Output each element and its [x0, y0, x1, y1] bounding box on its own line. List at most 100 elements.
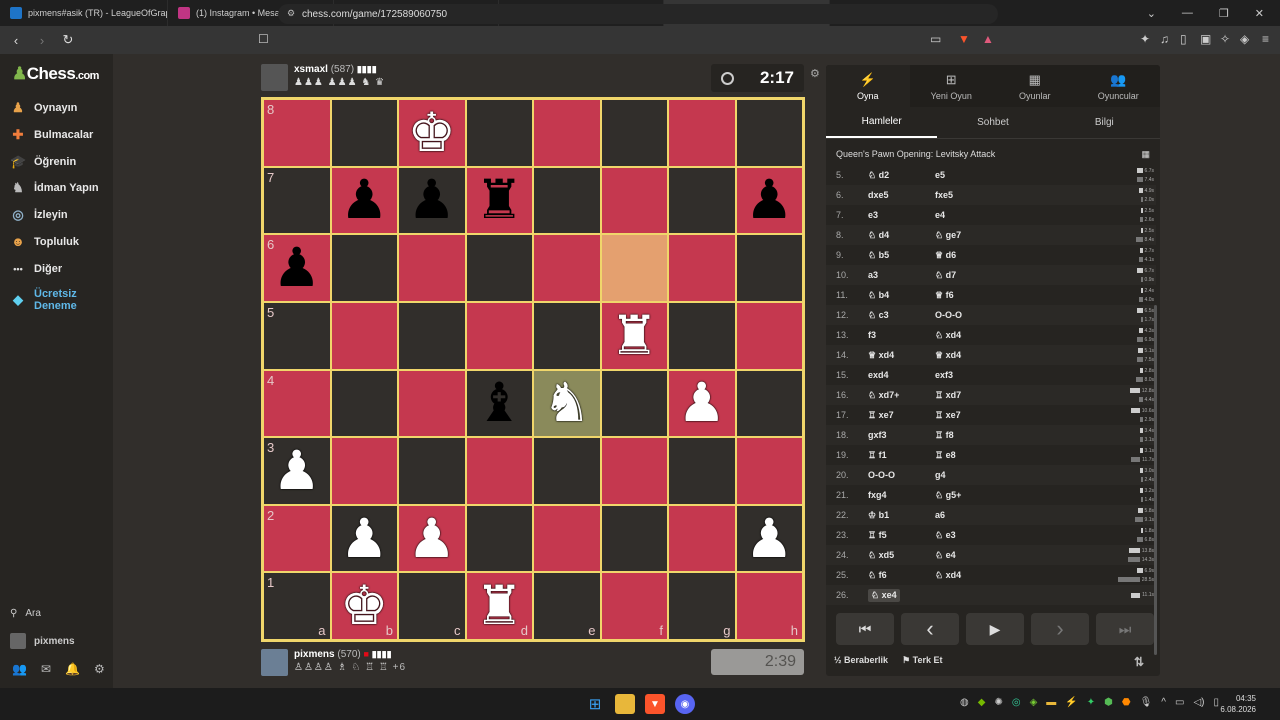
- tray-network-icon[interactable]: ▭: [1175, 697, 1184, 708]
- tray-mic-icon[interactable]: 🎙: [1140, 697, 1153, 708]
- white-move[interactable]: f3: [868, 330, 935, 340]
- white-move[interactable]: ♘ c3: [868, 310, 935, 321]
- restore-icon[interactable]: ❐: [1219, 7, 1229, 20]
- top-player-name[interactable]: xsmaxl: [294, 64, 328, 75]
- square-f4[interactable]: [600, 369, 668, 438]
- windows-start-icon[interactable]: ⊞: [585, 694, 605, 714]
- square-g8[interactable]: [668, 99, 736, 167]
- white-move[interactable]: a3: [868, 270, 935, 280]
- piece-f5[interactable]: ♜: [610, 309, 658, 363]
- square-e7[interactable]: [533, 166, 601, 235]
- square-a2[interactable]: 2: [263, 504, 331, 573]
- square-e4[interactable]: ♞: [533, 369, 601, 438]
- bookmark-icon[interactable]: ☐: [258, 32, 269, 46]
- square-h1[interactable]: h: [735, 572, 803, 640]
- square-d1[interactable]: d ♜: [465, 572, 533, 640]
- piece-b1[interactable]: ♚: [340, 579, 388, 633]
- white-move[interactable]: ♘ b5: [868, 250, 935, 261]
- black-move[interactable]: ♖ xe7: [935, 410, 1002, 421]
- white-move[interactable]: ♔ b1: [868, 510, 935, 521]
- reload-icon[interactable]: ↻: [58, 32, 78, 48]
- bottom-player-avatar[interactable]: [261, 649, 288, 676]
- move-list-scrollbar[interactable]: [1154, 305, 1157, 655]
- square-f2[interactable]: [600, 504, 668, 573]
- media-icon[interactable]: ♫: [1160, 32, 1169, 46]
- sidebar-item-4[interactable]: ♞ İdman Yapın: [10, 180, 98, 196]
- piece-h7[interactable]: ♟: [745, 173, 793, 227]
- square-b2[interactable]: ♟: [330, 504, 398, 573]
- square-f5[interactable]: ♜: [600, 301, 668, 370]
- square-b7[interactable]: ♟: [330, 166, 398, 235]
- black-move[interactable]: ♘ xd4: [935, 330, 1002, 341]
- draw-button[interactable]: ½ Beraberlik: [834, 655, 888, 666]
- square-a3[interactable]: 3 ♟: [263, 437, 331, 505]
- square-f1[interactable]: f: [600, 572, 668, 640]
- square-e5[interactable]: [533, 301, 601, 370]
- square-d2[interactable]: [465, 504, 533, 573]
- panel-tab-2[interactable]: ⊞ Yeni Oyun: [910, 65, 994, 107]
- sidebar-item-5[interactable]: ◎ İzleyin: [10, 207, 67, 223]
- square-f8[interactable]: [600, 99, 668, 167]
- black-move[interactable]: ♘ e4: [935, 550, 1002, 561]
- square-e2[interactable]: [533, 504, 601, 573]
- forward-icon[interactable]: ›: [32, 33, 52, 48]
- bottom-player-name[interactable]: pixmens: [294, 649, 335, 660]
- white-move[interactable]: ♘ xd5: [868, 550, 935, 561]
- black-move[interactable]: ♖ e8: [935, 450, 1002, 461]
- menu-icon[interactable]: ≡: [1262, 32, 1269, 46]
- square-h8[interactable]: [735, 99, 803, 167]
- square-g2[interactable]: [668, 504, 736, 573]
- black-move[interactable]: ♘ e3: [935, 530, 1002, 541]
- white-move[interactable]: ♕ xd4: [868, 350, 935, 361]
- flip-board-icon[interactable]: ⇅: [1134, 655, 1144, 669]
- black-move[interactable]: e5: [935, 170, 1002, 180]
- brave-shield-icon[interactable]: ▼: [958, 32, 970, 46]
- wallet-icon[interactable]: ▣: [1200, 32, 1211, 46]
- square-f7[interactable]: [600, 166, 668, 235]
- url-field[interactable]: ⚙ chess.com/game/172589060750: [278, 4, 998, 24]
- black-move[interactable]: ♘ ge7: [935, 230, 1002, 241]
- next-move-button[interactable]: ›: [1031, 613, 1089, 645]
- piece-h2[interactable]: ♟: [745, 512, 793, 566]
- square-c6[interactable]: [398, 234, 466, 302]
- sidebar-toggle-icon[interactable]: ▯: [1180, 32, 1187, 46]
- square-h7[interactable]: ♟: [735, 166, 803, 235]
- piece-a3[interactable]: ♟: [273, 444, 321, 498]
- square-c2[interactable]: ♟: [398, 504, 466, 573]
- piece-c2[interactable]: ♟: [408, 512, 456, 566]
- square-f6[interactable]: [600, 234, 668, 302]
- black-move[interactable]: ♖ xd7: [935, 390, 1002, 401]
- sidebar-item-3[interactable]: 🎓 Öğrenin: [10, 154, 76, 170]
- white-move[interactable]: fxg4: [868, 490, 935, 500]
- square-g3[interactable]: [668, 437, 736, 505]
- white-move[interactable]: gxf3: [868, 430, 935, 440]
- square-c4[interactable]: [398, 369, 466, 438]
- chess-board[interactable]: 8 ♚ 7 ♟ ♟ ♜ ♟ 6 ♟ 5 ♜ 4 ♝ ♞ ♟ 3 ♟ 2 ♟ ♟ ♟ 1 a b ♚ c d ♜ e f g h: [261, 97, 805, 642]
- friends-icon[interactable]: 👥: [12, 662, 27, 676]
- tray-riot-icon[interactable]: ⚡: [1065, 697, 1077, 708]
- piece-c7[interactable]: ♟: [408, 173, 456, 227]
- square-b5[interactable]: [330, 301, 398, 370]
- square-h2[interactable]: ♟: [735, 504, 803, 573]
- sidebar-item-8[interactable]: ◆ Ücretsiz Deneme: [10, 288, 94, 312]
- square-d6[interactable]: [465, 234, 533, 302]
- first-move-button[interactable]: ⏮: [836, 613, 894, 645]
- square-e1[interactable]: e: [533, 572, 601, 640]
- white-move[interactable]: ♘ xd7+: [868, 390, 935, 401]
- taskbar-clock[interactable]: 04:35 6.08.2026: [1220, 693, 1256, 715]
- white-move[interactable]: ♘ d4: [868, 230, 935, 241]
- square-b1[interactable]: b ♚: [330, 572, 398, 640]
- white-move[interactable]: exd4: [868, 370, 935, 380]
- square-h4[interactable]: [735, 369, 803, 438]
- cast-icon[interactable]: ▭: [930, 32, 941, 46]
- subtab-3[interactable]: Bilgi: [1049, 107, 1160, 138]
- black-move[interactable]: ♘ g5+: [935, 490, 1002, 501]
- black-move[interactable]: ♘ xd4: [935, 570, 1002, 581]
- tray-app5-icon[interactable]: ⬢: [1104, 697, 1113, 708]
- square-b6[interactable]: [330, 234, 398, 302]
- black-move[interactable]: g4: [935, 470, 1002, 480]
- sidebar-item-1[interactable]: ♟ Oynayın: [10, 100, 77, 116]
- file-explorer-icon[interactable]: [615, 694, 635, 714]
- copy-pgn-icon[interactable]: ▦: [1141, 149, 1150, 160]
- brave-browser-icon[interactable]: ▼: [645, 694, 665, 714]
